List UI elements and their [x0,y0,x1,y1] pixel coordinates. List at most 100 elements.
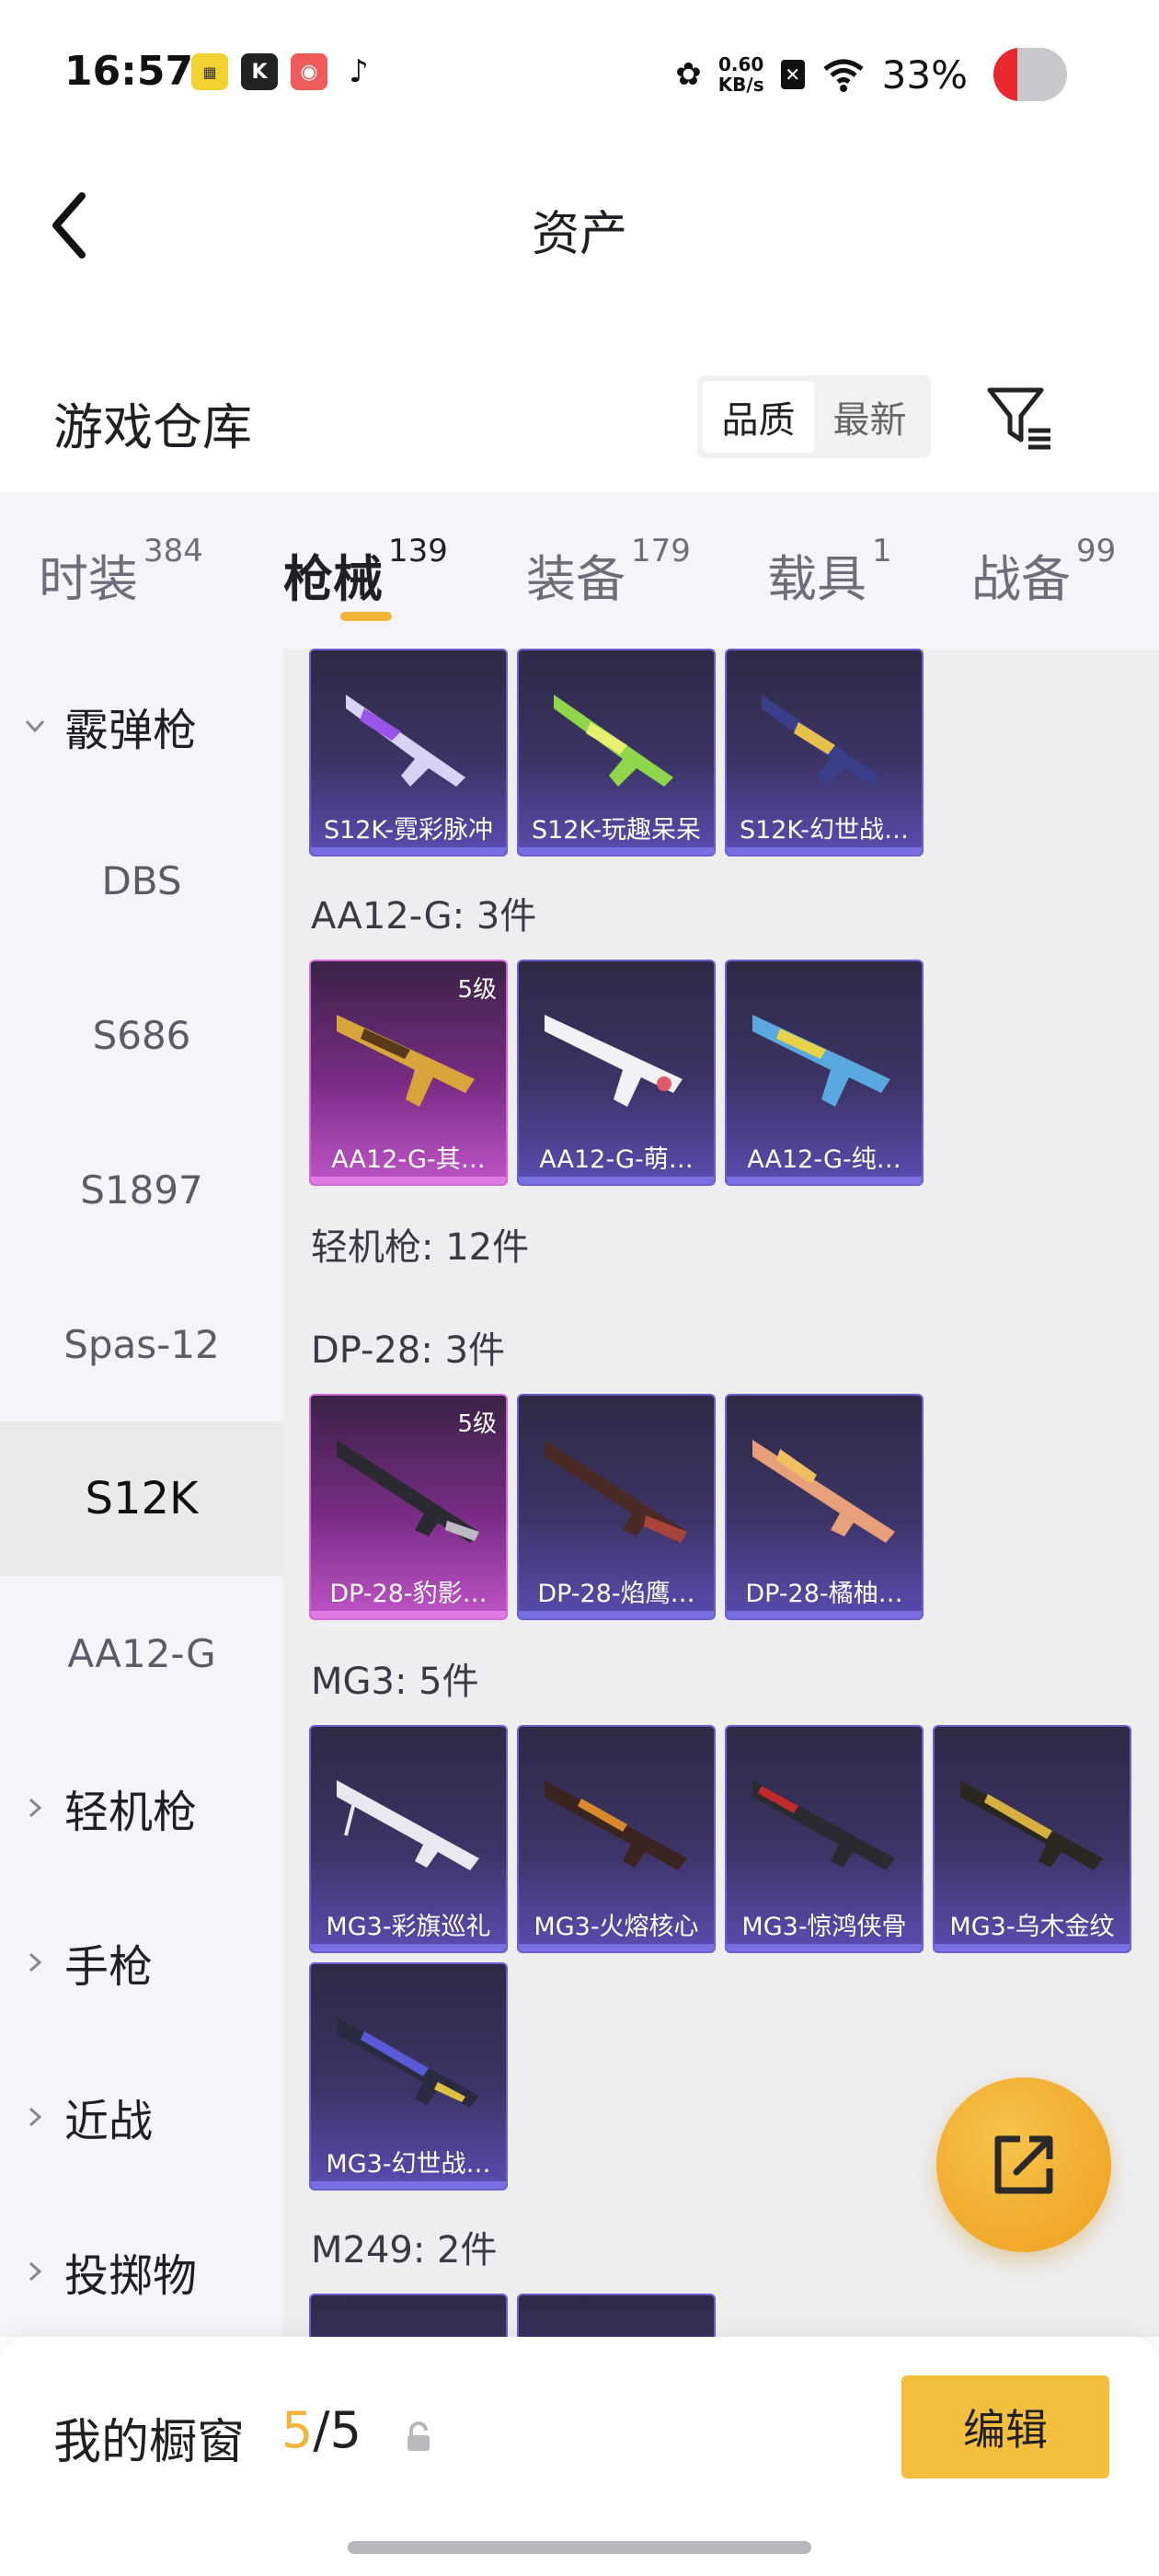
weapon-card[interactable] [517,2294,716,2337]
camera-app-icon: ◉ [291,53,327,90]
weapon-card[interactable]: MG3-火熔核心 [517,1725,716,1953]
showcase-bar: 我的橱窗 5/5 编辑 [0,2337,1159,2576]
tab-fashion[interactable]: 时装 384 [39,533,203,611]
tab-label: 时装 [39,550,138,608]
rarity-bar [311,2181,506,2189]
weapon-card[interactable]: MG3-彩旗巡礼 [309,1725,508,1953]
tab-count: 1 [872,533,892,569]
status-bar: 16:57 ▦ K ◉ ♪ ✿ 0.60 KB/s ✕ 33% [0,0,1159,147]
tab-count: 384 [143,533,203,569]
gun-image [554,695,673,787]
sidebar-item-label: 投掷物 [64,2250,198,2302]
weapon-card-name: S12K-霓彩脉冲 [323,816,494,845]
weapon-card[interactable]: S12K-幻世战… [725,649,924,857]
weapon-card-name: DP-28-焰鹰… [537,1580,695,1608]
sidebar-item-aa12g[interactable]: AA12-G [0,1576,283,1731]
rarity-bar [311,847,506,855]
weapon-card-name: MG3-惊鸿侠骨 [741,1913,907,1941]
filter-button[interactable] [984,383,1054,453]
tab-count: 99 [1076,533,1117,569]
sidebar-item-s686[interactable]: S686 [0,958,283,1112]
showcase-separator: / [313,2401,330,2459]
weapon-card-name: DP-28-豹影… [329,1580,488,1608]
gun-image [752,1440,895,1543]
page-title: 资产 [531,207,627,262]
weapon-card[interactable]: 5级 DP-28-豹影… [309,1394,508,1620]
weapon-card-name: MG3-火熔核心 [534,1913,699,1941]
weapon-card[interactable]: 5级 AA12-G-其… [309,960,508,1186]
tab-supplies[interactable]: 战备 99 [971,533,1116,611]
tab-count: 139 [388,533,448,569]
rarity-bar [727,1611,922,1618]
weapon-card[interactable]: S12K-玩趣呆呆 [517,649,716,857]
flower-icon: ✿ [675,56,702,93]
section-header-dp28: DP-28: 3件 [311,1329,506,1372]
weapon-category-sidebar: 霰弹枪 DBS S686 S1897 Spas-12 S12K AA12-G 轻… [0,649,283,2337]
tab-firearms[interactable]: 枪械 139 [283,533,448,611]
sidebar-item-shotgun[interactable]: 霰弹枪 [0,649,283,803]
weapon-card[interactable]: S12K-霓彩脉冲 [309,649,508,857]
tab-label: 载具 [767,550,866,608]
sidebar-item-lmg[interactable]: 轻机枪 [0,1731,283,1885]
rarity-bar [727,847,922,855]
weapon-card-name: MG3-乌木金纹 [949,1913,1115,1941]
sidebar-item-throwables[interactable]: 投掷物 [0,2194,283,2337]
weapon-card[interactable]: AA12-G-纯… [725,960,924,1186]
rarity-bar [519,1611,714,1618]
gun-image [752,1015,890,1107]
tab-equipment[interactable]: 装备 179 [526,533,691,611]
net-speed-unit: KB/s [717,74,764,96]
tab-label: 战备 [971,550,1071,608]
sidebar-item-dbs[interactable]: DBS [0,803,283,958]
app-icon-1: ▦ [191,53,228,90]
weapon-card[interactable]: DP-28-橘柚… [725,1394,924,1620]
tiktok-icon: ♪ [349,53,369,90]
rarity-bar [727,1177,922,1184]
rarity-bar [519,1944,714,1951]
rarity-bar [311,1944,506,1951]
chevron-right-icon [29,2261,42,2282]
page-header: 资产 [0,147,1159,304]
asset-page: 16:57 ▦ K ◉ ♪ ✿ 0.60 KB/s ✕ 33% 资产 游戏仓库 … [0,0,1159,2576]
gun-image [346,695,465,787]
sort-toggle: 品质 最新 [697,375,931,458]
gun-image [545,1780,687,1870]
sidebar-item-melee[interactable]: 近战 [0,2040,283,2194]
category-tabs: 时装 384 枪械 139 装备 179 载具 1 战备 99 [0,492,1159,649]
sidebar-item-label: 霰弹枪 [64,705,198,756]
weapon-card-name: AA12-G-其… [331,1145,486,1174]
active-tab-indicator [340,612,392,621]
sort-latest-button[interactable]: 最新 [814,381,925,453]
tab-vehicles[interactable]: 载具 1 [767,533,892,611]
gun-image [337,1440,479,1543]
sidebar-item-pistol[interactable]: 手枪 [0,1885,283,2040]
chevron-right-icon [29,1952,42,1972]
edit-button[interactable]: 编辑 [901,2375,1109,2478]
gun-image [752,1780,895,1870]
showcase-count: 5/5 [281,2401,361,2459]
home-indicator[interactable] [348,2541,811,2554]
weapon-card[interactable]: MG3-幻世战… [309,1962,508,2191]
sidebar-item-s1897[interactable]: S1897 [0,1112,283,1267]
filter-icon [987,387,1050,450]
weapon-card[interactable]: DP-28-焰鹰… [517,1394,716,1620]
weapon-card-name: DP-28-橘柚… [745,1580,903,1608]
sidebar-item-spas12[interactable]: Spas-12 [0,1267,283,1421]
rarity-bar [519,847,714,855]
sidebar-item-s12k[interactable]: S12K [0,1421,283,1576]
share-button[interactable] [936,2077,1111,2252]
rarity-bar [519,1177,714,1184]
chevron-right-icon [29,1798,42,1818]
weapon-card[interactable]: MG3-乌木金纹 [933,1725,1131,1953]
sim-icon: ✕ [780,60,805,89]
weapon-card[interactable]: MG3-惊鸿侠骨 [725,1725,924,1953]
weapon-card-name: S12K-玩趣呆呆 [531,816,702,845]
chevron-right-icon [29,2107,42,2127]
weapon-card[interactable] [309,2294,508,2337]
weapon-card[interactable]: AA12-G-萌… [517,960,716,1186]
warehouse-row: 游戏仓库 品质 最新 [0,350,1159,488]
gun-image [337,2018,479,2108]
sort-quality-button[interactable]: 品质 [703,381,814,453]
weapon-card-name: AA12-G-纯… [747,1145,901,1174]
showcase-current: 5 [281,2401,314,2459]
